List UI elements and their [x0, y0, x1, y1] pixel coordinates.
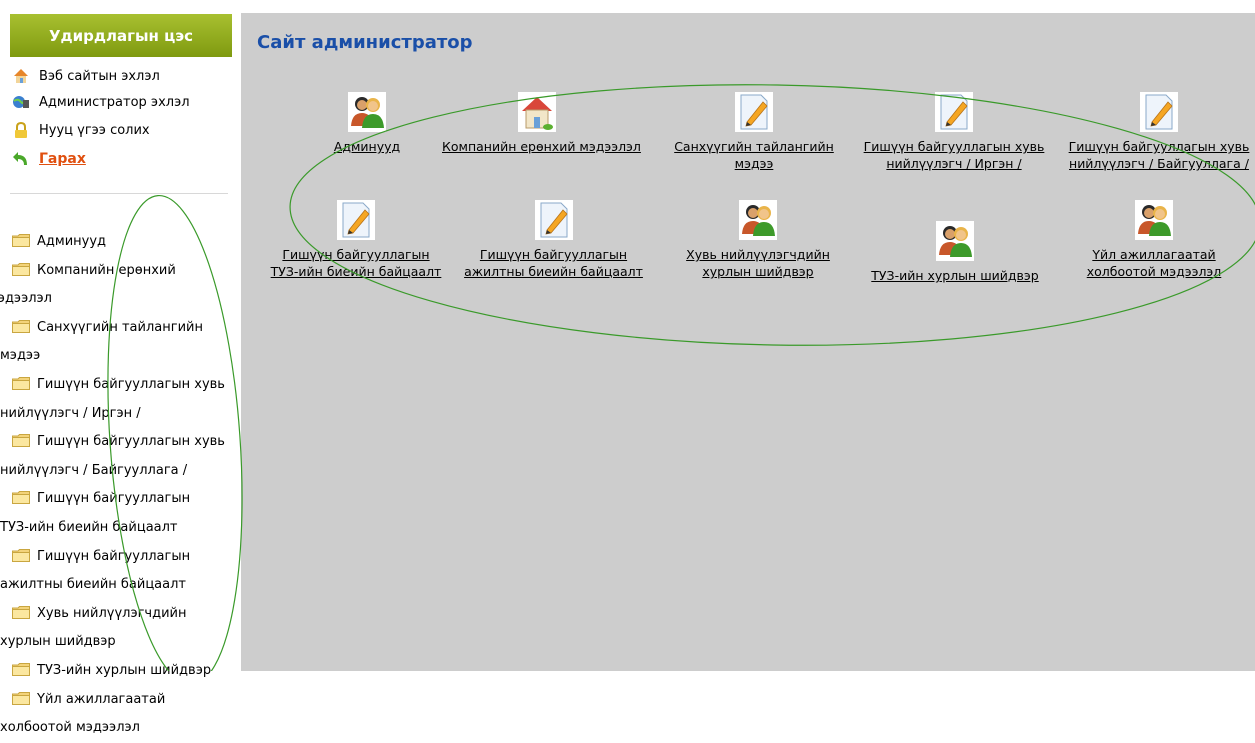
folder-icon: [12, 663, 30, 676]
home-link[interactable]: Вэб сайтын эхлэл: [12, 63, 160, 89]
house-icon: [518, 92, 556, 132]
item-shareholders-citizen[interactable]: Гишүүн байгууллагын хувь нийлүүлэгч / Ир…: [859, 92, 1049, 172]
folder-icon: [12, 377, 30, 390]
tree-item-employee-profiles[interactable]: Гишүүн байгууллагын ажилтны биеийн байцаа…: [0, 543, 232, 600]
document-edit-icon: [337, 200, 375, 240]
users-icon: [1135, 200, 1173, 240]
item-employee-profiles[interactable]: Гишүүн байгууллагын ажилтны биеийн байца…: [461, 200, 646, 280]
logout-link-label: Гарах: [39, 151, 86, 167]
item-board-resolutions[interactable]: ТУЗ-ийн хурлын шийдвэр: [865, 221, 1045, 284]
item-shareholders-organization[interactable]: Гишүүн байгууллагын хувь нийлүүлэгч / Ба…: [1065, 92, 1253, 172]
folder-icon: [12, 320, 30, 333]
home-icon: [12, 67, 30, 85]
tree-item-financial-reports[interactable]: Санхүүгийн тайлангийн мэдээ: [0, 314, 232, 371]
main-panel: Сайт администратор Админууд Компанийн ер…: [241, 13, 1255, 671]
logout-arrow-icon: [12, 150, 30, 168]
document-edit-icon: [735, 92, 773, 132]
document-edit-icon: [935, 92, 973, 132]
item-company-info[interactable]: Компанийн ерөнхий мэдээлэл: [442, 92, 641, 155]
document-edit-icon: [1140, 92, 1178, 132]
folder-icon: [12, 549, 30, 562]
item-board-profiles[interactable]: Гишүүн байгууллагын ТУЗ-ийн биеийн байца…: [266, 200, 446, 280]
folder-icon: [12, 263, 30, 276]
tree-item-board-resolutions[interactable]: ТУЗ-ийн хурлын шийдвэр: [0, 657, 232, 686]
tree-item-operations-info[interactable]: Үйл ажиллагаатай холбоотой мэдээлэл: [0, 686, 232, 743]
change-password-link[interactable]: Нууц үгээ солих: [12, 117, 150, 143]
lock-icon: [12, 121, 30, 139]
users-icon: [739, 200, 777, 240]
sidebar-tree: Админууд Компанийн ерөнхиймэдээлэл Санхү…: [0, 228, 232, 743]
folder-icon: [12, 692, 30, 705]
home-link-label: Вэб сайтын эхлэл: [39, 68, 160, 84]
tree-item-board-profiles[interactable]: Гишүүн байгууллагын ТУЗ-ийн биеийн байцаа…: [0, 485, 232, 542]
globe-icon: [12, 93, 30, 111]
sidebar-divider: [10, 193, 228, 194]
tree-item-admins[interactable]: Админууд: [0, 228, 232, 257]
admin-home-link-label: Администратор эхлэл: [39, 94, 190, 110]
folder-icon: [12, 234, 30, 247]
document-edit-icon: [534, 200, 573, 240]
users-icon: [348, 92, 386, 132]
tree-item-shareholders-citizen[interactable]: Гишүүн байгууллагын хувь нийлүүлэгч / Ирг…: [0, 371, 232, 428]
users-icon: [936, 221, 974, 261]
logout-link[interactable]: Гарах: [12, 146, 86, 172]
tree-item-company-info[interactable]: Компанийн ерөнхиймэдээлэл: [0, 257, 232, 314]
page-title: Сайт администратор: [257, 32, 473, 53]
item-operations-info[interactable]: Үйл ажиллагаатай холбоотой мэдээлэл: [1074, 200, 1234, 280]
change-password-link-label: Нууц үгээ солих: [39, 122, 150, 138]
sidebar-title: Удирдлагын цэс: [10, 14, 232, 57]
tree-item-shareholder-resolutions[interactable]: Хувь нийлүүлэгчдийн хурлын шийдвэр: [0, 600, 232, 657]
item-admins[interactable]: Админууд: [312, 92, 422, 155]
item-financial-reports[interactable]: Санхүүгийн тайлангийн мэдээ: [664, 92, 844, 172]
folder-icon: [12, 491, 30, 504]
folder-icon: [12, 434, 30, 447]
item-shareholder-resolutions[interactable]: Хувь нийлүүлэгчдийн хурлын шийдвэр: [673, 200, 843, 280]
sidebar: Удирдлагын цэс Вэб сайтын эхлэл Админист…: [0, 0, 232, 735]
tree-item-shareholders-organization[interactable]: Гишүүн байгууллагын хувь нийлүүлэгч / Бай…: [0, 428, 232, 485]
folder-icon: [12, 606, 30, 619]
admin-home-link[interactable]: Администратор эхлэл: [12, 89, 190, 115]
